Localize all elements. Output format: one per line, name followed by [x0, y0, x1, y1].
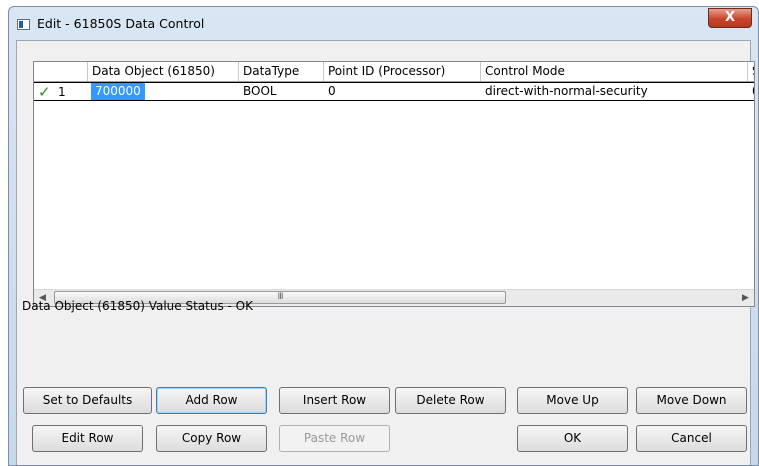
header-data-object[interactable]: Data Object (61850) [88, 62, 239, 81]
table-row[interactable]: ✓ 1 700000 BOOL 0 direct-with-normal-sec… [34, 82, 754, 101]
app-icon [17, 19, 30, 30]
title-bar[interactable]: Edit - 61850S Data Control X [9, 7, 758, 41]
delete-row-button[interactable]: Delete Row [395, 387, 506, 414]
header-control-mode[interactable]: Control Mode [481, 62, 748, 81]
cancel-button[interactable]: Cancel [636, 425, 747, 452]
cell-data-object[interactable]: 700000 [88, 82, 239, 101]
cell-data-type[interactable]: BOOL [239, 82, 324, 101]
set-to-defaults-button[interactable]: Set to Defaults [23, 387, 152, 414]
copy-row-button[interactable]: Copy Row [156, 425, 267, 452]
check-icon: ✓ [38, 83, 51, 101]
selected-value[interactable]: 700000 [91, 83, 145, 100]
paste-row-button: Paste Row [279, 425, 390, 452]
header-s[interactable]: S [748, 62, 754, 81]
header-row-indicator [34, 62, 88, 81]
row-number: 1 [58, 85, 66, 99]
dialog-body: Data Object (61850) DataType Point ID (P… [16, 40, 755, 465]
move-up-button[interactable]: Move Up [517, 387, 628, 414]
cell-extra[interactable]: 0 [748, 82, 754, 101]
value-status-text: Data Object (61850) Value Status - OK [22, 299, 253, 313]
scroll-right-icon[interactable]: ▶ [737, 290, 754, 306]
data-grid[interactable]: Data Object (61850) DataType Point ID (P… [33, 61, 755, 307]
header-data-type[interactable]: DataType [239, 62, 324, 81]
header-point-id[interactable]: Point ID (Processor) [324, 62, 481, 81]
window-title: Edit - 61850S Data Control [37, 16, 205, 31]
close-button[interactable]: X [708, 8, 752, 28]
grip-icon: III [277, 292, 284, 302]
grid-header: Data Object (61850) DataType Point ID (P… [34, 62, 754, 82]
ok-button[interactable]: OK [517, 425, 628, 452]
cell-point-id[interactable]: 0 [324, 82, 481, 101]
cell-control-mode[interactable]: direct-with-normal-security [481, 82, 748, 101]
insert-row-button[interactable]: Insert Row [279, 387, 390, 414]
edit-row-button[interactable]: Edit Row [32, 425, 143, 452]
dialog-window: Edit - 61850S Data Control X Data Object… [8, 6, 759, 466]
add-row-button[interactable]: Add Row [156, 387, 267, 414]
move-down-button[interactable]: Move Down [636, 387, 747, 414]
